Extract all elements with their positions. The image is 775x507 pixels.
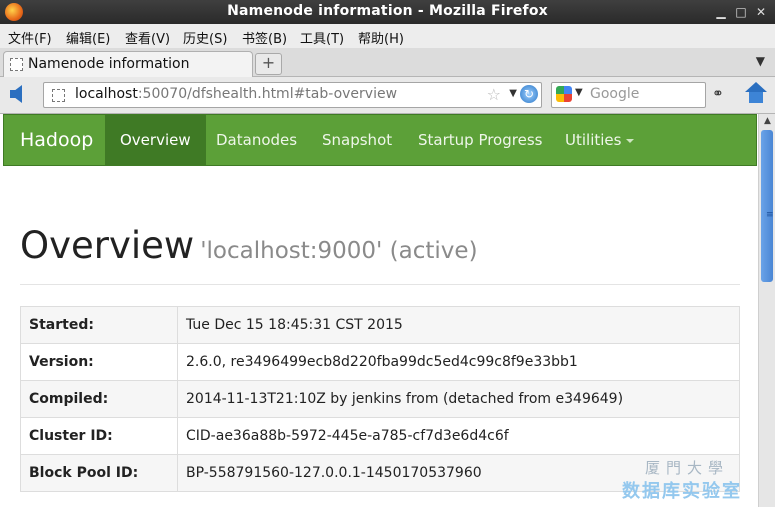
home-icon[interactable] — [745, 82, 767, 106]
watermark-line2: 数据库实验室 — [622, 481, 742, 502]
search-bar[interactable]: ▼ Google — [551, 82, 706, 108]
row-value: CID-ae36a88b-5972-445e-a785-cf7d3e6d4c6f — [177, 417, 740, 455]
bookmark-star-icon[interactable]: ☆ — [487, 85, 501, 104]
nav-snapshot[interactable]: Snapshot — [307, 115, 407, 165]
menu-file[interactable]: 文件(F) — [8, 28, 52, 47]
search-placeholder: Google — [590, 86, 640, 102]
menu-history[interactable]: 历史(S) — [183, 28, 227, 47]
nav-utilities[interactable]: Utilities — [550, 115, 649, 165]
tab-list-chevron-icon[interactable]: ▼ — [756, 54, 765, 68]
tab-label: Namenode information — [28, 56, 190, 72]
watermark-line1: 厦門大學 — [645, 459, 730, 477]
menu-bar: 文件(F) 编辑(E) 查看(V) 历史(S) 书签(B) 工具(T) 帮助(H… — [0, 24, 775, 49]
nav-startup-progress[interactable]: Startup Progress — [403, 115, 557, 165]
row-key: Started: — [20, 306, 178, 344]
page-title: Overview — [20, 224, 195, 267]
google-icon[interactable] — [556, 86, 572, 102]
address-bar[interactable]: localhost:50070/dfshealth.html#tab-overv… — [43, 82, 542, 108]
navigation-bar: localhost:50070/dfshealth.html#tab-overv… — [0, 77, 775, 114]
row-key: Block Pool ID: — [20, 454, 178, 492]
close-icon[interactable]: ✕ — [753, 4, 769, 20]
site-identity-icon — [52, 89, 65, 102]
page-content: Hadoop Overview Datanodes Snapshot Start… — [0, 114, 758, 507]
hadoop-navbar: Hadoop Overview Datanodes Snapshot Start… — [3, 114, 757, 166]
table-row: Started: Tue Dec 15 18:45:31 CST 2015 — [20, 306, 740, 344]
window-titlebar: Namenode information - Mozilla Firefox ▁… — [0, 0, 775, 24]
hadoop-brand[interactable]: Hadoop — [20, 129, 93, 151]
table-row: Compiled: 2014-11-13T21:10Z by jenkins f… — [20, 380, 740, 418]
binoculars-icon[interactable]: ⚭ — [712, 86, 730, 102]
minimize-icon[interactable]: ▁ — [713, 4, 729, 20]
menu-bookmarks[interactable]: 书签(B) — [242, 28, 287, 47]
menu-edit[interactable]: 编辑(E) — [66, 28, 110, 47]
overview-table: Started: Tue Dec 15 18:45:31 CST 2015 Ve… — [20, 306, 740, 492]
caret-down-icon — [626, 138, 635, 143]
divider — [20, 284, 740, 285]
tab-bar: Namenode information + ▼ — [0, 48, 775, 77]
table-row: Cluster ID: CID-ae36a88b-5972-445e-a785-… — [20, 417, 740, 455]
row-key: Version: — [20, 343, 178, 381]
history-dropdown-icon[interactable]: ▼ — [509, 88, 517, 99]
row-value: 2014-11-13T21:10Z by jenkins from (detac… — [177, 380, 740, 418]
page-subtitle: 'localhost:9000' (active) — [200, 238, 478, 264]
table-row: Version: 2.6.0, re3496499ecb8d220fba99dc… — [20, 343, 740, 381]
scrollbar-thumb[interactable]: ≡ — [761, 130, 774, 282]
search-engine-dropdown-icon[interactable]: ▼ — [575, 87, 583, 98]
reload-icon[interactable]: ↻ — [520, 85, 538, 103]
page-favicon-icon — [10, 58, 23, 71]
nav-datanodes[interactable]: Datanodes — [201, 115, 312, 165]
maximize-icon[interactable]: □ — [733, 4, 749, 20]
nav-overview[interactable]: Overview — [105, 115, 206, 165]
row-key: Cluster ID: — [20, 417, 178, 455]
address-url[interactable]: localhost:50070/dfshealth.html#tab-overv… — [75, 86, 397, 102]
vertical-scrollbar[interactable]: ▲ ≡ — [758, 114, 775, 507]
row-key: Compiled: — [20, 380, 178, 418]
row-value: 2.6.0, re3496499ecb8d220fba99dc5ed4c99c8… — [177, 343, 740, 381]
menu-tools[interactable]: 工具(T) — [300, 28, 344, 47]
scroll-up-icon[interactable]: ▲ — [762, 116, 773, 127]
browser-tab[interactable]: Namenode information — [3, 51, 253, 77]
window-title: Namenode information - Mozilla Firefox — [227, 3, 548, 19]
new-tab-button[interactable]: + — [255, 53, 282, 75]
row-value: Tue Dec 15 18:45:31 CST 2015 — [177, 306, 740, 344]
back-arrow-icon[interactable] — [10, 85, 22, 103]
menu-view[interactable]: 查看(V) — [125, 28, 170, 47]
page-header: Overview'localhost:9000' (active) — [20, 224, 478, 267]
menu-help[interactable]: 帮助(H) — [358, 28, 404, 47]
